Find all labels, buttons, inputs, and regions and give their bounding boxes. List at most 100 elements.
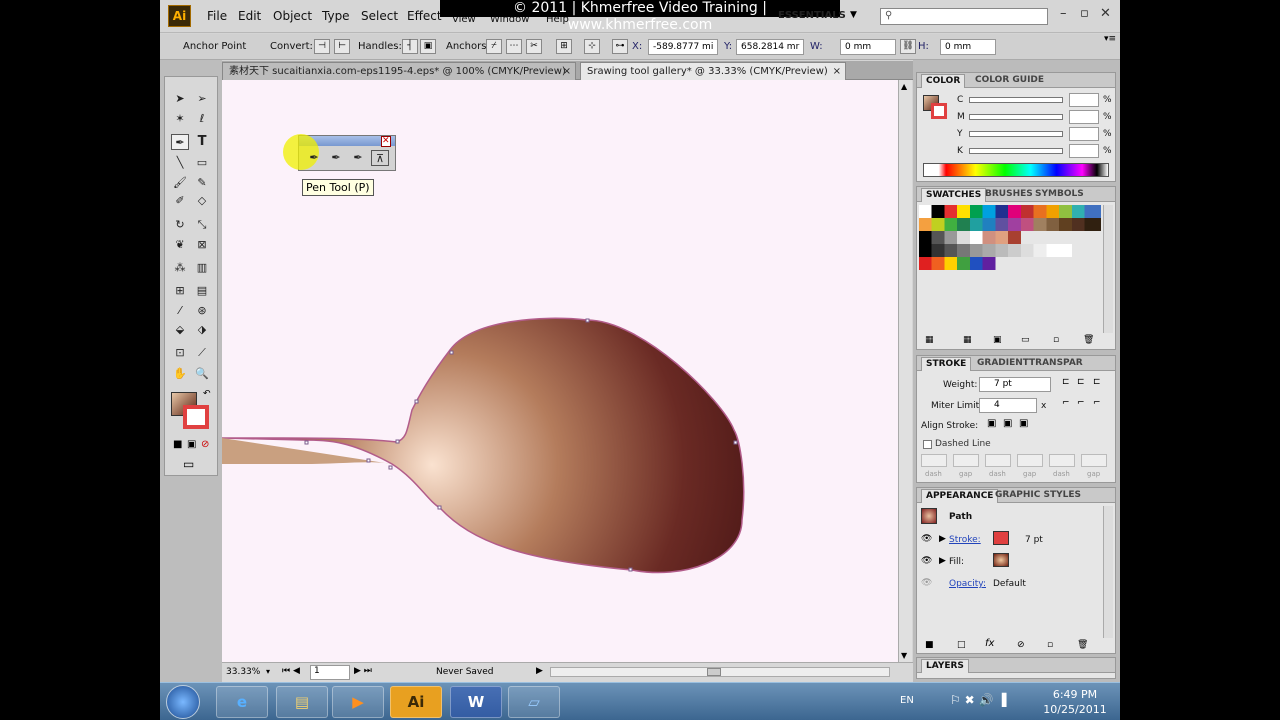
taskbar-app-icon[interactable]: ▱	[508, 686, 560, 718]
show-handles-icon[interactable]: ┤	[402, 39, 418, 54]
menu-effect[interactable]: Effect	[407, 9, 442, 23]
gradient-mode-icon[interactable]: ▣	[187, 439, 196, 450]
gap-field-1[interactable]	[953, 454, 979, 467]
x-field[interactable]: -589.8777 mi	[648, 39, 718, 55]
rotate-tool-icon[interactable]: ↻	[171, 217, 189, 233]
align-outside-icon[interactable]: ▣	[1019, 418, 1028, 429]
zoom-level[interactable]: 33.33%	[226, 667, 260, 677]
scale-tool-icon[interactable]: ⤡	[193, 217, 211, 233]
tab-swatches[interactable]: SWATCHES	[921, 188, 987, 202]
y-field[interactable]: 658.2814 mr	[736, 39, 804, 55]
remove-anchor-icon[interactable]: ⌿	[486, 39, 502, 54]
type-tool-icon[interactable]: T	[193, 134, 211, 150]
scroll-up-icon[interactable]: ▲	[901, 82, 907, 91]
artboard-canvas[interactable]: ✕ ✒ ✒ ✒ ⊼ Pen Tool (P)	[222, 80, 898, 662]
swatch-library-icon[interactable]: ▦	[925, 335, 934, 345]
eyedropper-tool-icon[interactable]: ⁄	[171, 303, 189, 319]
gap-field-2[interactable]	[1017, 454, 1043, 467]
vertical-scrollbar[interactable]: ▲ ▼	[898, 80, 912, 662]
tab-stroke[interactable]: STROKE	[921, 357, 972, 371]
free-transform-tool-icon[interactable]: ⊠	[193, 237, 211, 253]
join-miter-icon[interactable]: ⌐	[1062, 398, 1070, 408]
clear-appearance-icon[interactable]: ⊘	[1017, 640, 1025, 650]
pen-tool-icon[interactable]: ✒	[305, 150, 323, 166]
tab-sucaitianxia[interactable]: 素材天下 sucaitianxia.com-eps1195-4.eps* @ 1…	[222, 62, 576, 80]
value-m[interactable]	[1069, 110, 1099, 124]
taskbar-ie-icon[interactable]: e	[216, 686, 268, 718]
gap-field-3[interactable]	[1081, 454, 1107, 467]
cut-path-icon[interactable]: ✂	[526, 39, 542, 54]
convert-corner-icon[interactable]: ⊣	[314, 39, 330, 54]
slider-m[interactable]	[969, 114, 1063, 120]
add-fill-icon[interactable]: □	[957, 640, 966, 650]
paintbrush-tool-icon[interactable]: 🖌	[171, 175, 189, 191]
tab-color[interactable]: COLOR	[921, 74, 966, 88]
duplicate-item-icon[interactable]: ▫	[1047, 640, 1053, 650]
gradient-tool-icon[interactable]: ▤	[193, 283, 211, 299]
w-field[interactable]: 0 mm	[840, 39, 896, 55]
scroll-down-icon[interactable]: ▼	[901, 651, 907, 660]
appearance-scrollbar[interactable]	[1103, 506, 1113, 638]
color-mode-icon[interactable]: ■	[173, 439, 182, 450]
chevron-down-icon[interactable]: ▼	[850, 10, 857, 20]
opacity-link[interactable]: Opacity:	[949, 579, 986, 589]
swatch-grid[interactable]	[919, 205, 1101, 285]
slider-k[interactable]	[969, 148, 1063, 154]
cap-square-icon[interactable]: ⊏	[1093, 377, 1101, 387]
value-c[interactable]	[1069, 93, 1099, 107]
taskbar-explorer-icon[interactable]: ▤	[276, 686, 328, 718]
tab-brushes[interactable]: BRUSHES	[981, 188, 1037, 202]
swatches-scrollbar[interactable]	[1103, 205, 1113, 333]
zoom-tool-icon[interactable]: 🔍	[193, 366, 211, 382]
menu-object[interactable]: Object	[273, 9, 312, 23]
hand-tool-icon[interactable]: ✋	[171, 366, 189, 382]
align-inside-icon[interactable]: ▣	[1003, 418, 1012, 429]
page-field[interactable]: 1	[310, 665, 350, 680]
tab-appearance[interactable]: APPEARANCE	[921, 489, 999, 503]
tray-icons[interactable]: ⚐ ✖ 🔊 ▐	[950, 693, 1006, 707]
language-indicator[interactable]: EN	[900, 695, 914, 706]
close-icon[interactable]: ×	[563, 63, 571, 80]
convert-anchor-tool-icon[interactable]: ⊼	[371, 150, 389, 166]
expand-fill-icon[interactable]: ▶	[939, 556, 946, 566]
convert-smooth-icon[interactable]: ⊢	[334, 39, 350, 54]
tab-drawing-tool-gallery[interactable]: Srawing tool gallery* @ 33.33% (CMYK/Pre…	[580, 62, 846, 80]
eraser-tool-icon[interactable]: ◇	[193, 193, 211, 209]
link-icon[interactable]: ⛓	[900, 39, 916, 54]
eye-icon[interactable]: 👁	[921, 534, 932, 544]
stroke-link[interactable]: Stroke:	[949, 535, 981, 545]
join-bevel-icon[interactable]: ⌐	[1093, 398, 1101, 408]
taskbar-word-icon[interactable]: W	[450, 686, 502, 718]
start-button[interactable]	[166, 685, 200, 719]
mesh-tool-icon[interactable]: ⊞	[171, 283, 189, 299]
prev-page-icon[interactable]: ⏮ ◀	[282, 666, 300, 676]
expand-stroke-icon[interactable]: ▶	[939, 534, 946, 544]
add-stroke-icon[interactable]: ■	[925, 640, 934, 650]
transform-icon[interactable]: ⊹	[584, 39, 600, 54]
spoon-path[interactable]	[222, 317, 745, 574]
connect-anchors-icon[interactable]: ⋯	[506, 39, 522, 54]
taskbar-clock[interactable]: 6:49 PM 10/25/2011	[1040, 687, 1110, 717]
tab-graphic-styles[interactable]: GRAPHIC STYLES	[991, 489, 1085, 503]
none-mode-icon[interactable]: ⊘	[201, 439, 209, 450]
live-paint-selection-tool-icon[interactable]: ⬗	[193, 322, 211, 338]
menu-type[interactable]: Type	[322, 9, 350, 23]
status-menu-icon[interactable]: ▶	[536, 666, 543, 676]
restore-button[interactable]: ▫	[1080, 6, 1089, 21]
weight-field[interactable]: 7 pt	[979, 377, 1051, 392]
delete-anchor-tool-icon[interactable]: ✒	[349, 150, 367, 166]
new-swatch-icon[interactable]: ▫	[1053, 335, 1059, 345]
workspace-switcher[interactable]: ESSENTIALS	[778, 10, 846, 21]
stroke-swatch[interactable]	[931, 103, 947, 119]
color-spectrum[interactable]	[923, 163, 1109, 177]
join-round-icon[interactable]: ⌐	[1077, 398, 1085, 408]
menu-file[interactable]: File	[207, 9, 227, 23]
tab-color-guide[interactable]: COLOR GUIDE	[971, 74, 1048, 88]
fill-gradient-swatch[interactable]	[993, 553, 1009, 567]
tab-layers[interactable]: LAYERS	[921, 659, 969, 673]
swap-fill-stroke-icon[interactable]: ↶	[203, 389, 211, 399]
close-icon[interactable]: ×	[833, 63, 841, 80]
new-color-group-icon[interactable]: ▭	[1021, 335, 1030, 345]
menu-select[interactable]: Select	[361, 9, 398, 23]
search-input[interactable]: ⚲	[880, 8, 1048, 25]
